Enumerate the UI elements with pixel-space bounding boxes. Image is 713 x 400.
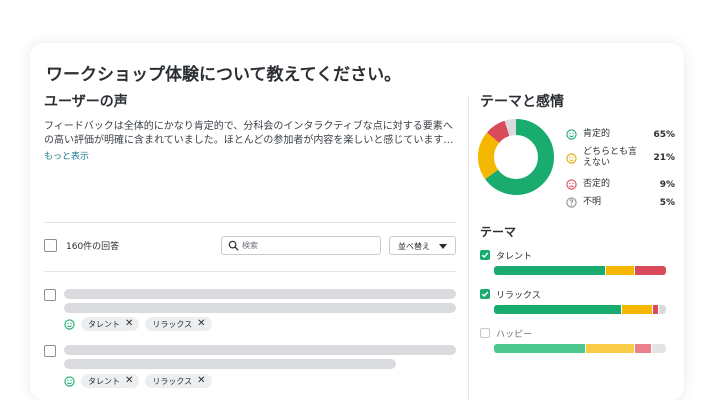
bar-segment	[494, 305, 621, 314]
responses-toolbar: 160件の回答 並べ替え	[44, 234, 456, 258]
sentiment-row-neutral: どちらとも言えない 21%	[566, 147, 675, 169]
tag-chip: タレント ✕	[81, 374, 140, 388]
tag-label: リラックス	[152, 319, 193, 329]
text-placeholder	[64, 303, 456, 313]
smile-icon	[64, 318, 75, 330]
theme-sentiment-bar	[494, 266, 666, 275]
search-input[interactable]	[242, 239, 372, 252]
divider	[44, 222, 456, 223]
page-title: ワークショップ体験について教えてください。	[46, 65, 402, 85]
text-placeholder	[64, 345, 456, 355]
theme-item[interactable]: ハッピー	[480, 327, 666, 353]
bar-segment	[494, 266, 605, 275]
bar-segment	[653, 305, 659, 314]
sort-dropdown[interactable]: 並べ替え	[389, 236, 456, 255]
response-tags: タレント ✕ リラックス ✕	[64, 374, 212, 388]
sentiment-label: どちらとも言えない	[583, 147, 638, 168]
divider	[44, 271, 456, 272]
sentiment-row-unknown: 不明 5%	[566, 197, 675, 208]
bar-segment	[586, 344, 634, 353]
tag-label: タレント	[88, 319, 120, 329]
column-divider	[468, 95, 469, 400]
feedback-summary: フィードバックは全体的にかなり肯定的で、分科会のインタラクティブな点に対する要素…	[44, 120, 456, 148]
remove-tag-icon[interactable]: ✕	[197, 319, 205, 329]
search-icon	[228, 240, 239, 251]
theme-checkbox[interactable]	[480, 328, 490, 338]
response-count: 160件の回答	[66, 242, 120, 252]
sentiment-row-positive: 肯定的 65%	[566, 129, 675, 140]
themes-heading: テーマ	[480, 225, 517, 239]
theme-checkbox[interactable]	[480, 250, 490, 260]
bar-segment	[634, 344, 652, 353]
response-tags: タレント ✕ リラックス ✕	[64, 317, 212, 331]
bar-segment	[605, 266, 635, 275]
tag-label: タレント	[88, 376, 120, 386]
user-voice-section: ユーザーの声 フィードバックは全体的にかなり肯定的で、分科会のインタラクティブな…	[44, 91, 456, 400]
text-placeholder	[64, 289, 456, 299]
check-icon	[481, 252, 489, 258]
sentiment-label: 肯定的	[583, 129, 611, 139]
theme-label: ハッピー	[496, 329, 533, 340]
response-item: タレント ✕ リラックス ✕	[44, 286, 456, 332]
text-placeholder	[64, 359, 396, 369]
remove-tag-icon[interactable]: ✕	[125, 376, 133, 386]
smile-icon	[566, 129, 577, 140]
theme-label: タレント	[496, 251, 533, 262]
tag-chip: タレント ✕	[81, 317, 140, 331]
themes-sentiment-panel: テーマと感情 肯定的 65% どちらとも言えない 21% 否定的 9% 不明 5…	[470, 91, 676, 400]
smile-icon	[64, 375, 75, 387]
bar-segment	[659, 305, 666, 314]
show-more-link[interactable]: もっと表示	[44, 149, 89, 162]
question-icon	[566, 197, 577, 208]
sentiment-row-negative: 否定的 9%	[566, 179, 675, 190]
feedback-summary-line: の高い評価が明確に含まれていました。ほとんどの参加者が内容を楽しいと感じています…	[44, 135, 454, 146]
sentiment-percent: 5%	[659, 197, 675, 208]
tag-chip: リラックス ✕	[145, 317, 212, 331]
sentiment-heading: テーマと感情	[480, 94, 564, 110]
theme-checkbox[interactable]	[480, 289, 490, 299]
theme-sentiment-bar	[494, 305, 666, 314]
frown-icon	[566, 179, 577, 190]
user-voice-heading: ユーザーの声	[44, 94, 128, 110]
response-item: タレント ✕ リラックス ✕	[44, 343, 456, 389]
tag-chip: リラックス ✕	[145, 374, 212, 388]
feedback-summary-line: フィードバックは全体的にかなり肯定的で、分科会のインタラクティブな点に対する要素…	[44, 121, 453, 132]
caret-down-icon	[439, 244, 447, 249]
sentiment-percent: 65%	[653, 129, 675, 140]
sentiment-percent: 9%	[659, 179, 675, 190]
sentiment-label: 不明	[583, 197, 602, 207]
sentiment-donut-chart	[478, 119, 554, 195]
sentiment-label: 否定的	[583, 179, 611, 189]
remove-tag-icon[interactable]: ✕	[125, 319, 133, 329]
theme-label: リラックス	[496, 290, 541, 301]
remove-tag-icon[interactable]: ✕	[197, 376, 205, 386]
theme-item[interactable]: リラックス	[480, 288, 666, 314]
neutral-face-icon	[566, 152, 577, 164]
bar-segment	[652, 344, 666, 353]
search-box	[221, 236, 381, 255]
response-checkbox[interactable]	[44, 345, 56, 357]
response-checkbox[interactable]	[44, 289, 56, 301]
bar-segment	[635, 266, 666, 275]
select-all-checkbox[interactable]	[44, 239, 57, 252]
survey-card: ワークショップ体験について教えてください。 ユーザーの声 フィードバックは全体的…	[30, 43, 684, 400]
theme-sentiment-bar	[494, 344, 666, 353]
tag-label: リラックス	[152, 376, 193, 386]
theme-item[interactable]: タレント	[480, 249, 666, 275]
check-icon	[481, 291, 489, 297]
sentiment-percent: 21%	[653, 153, 675, 163]
bar-segment	[494, 344, 586, 353]
sort-label: 並べ替え	[398, 242, 430, 251]
bar-segment	[621, 305, 653, 314]
